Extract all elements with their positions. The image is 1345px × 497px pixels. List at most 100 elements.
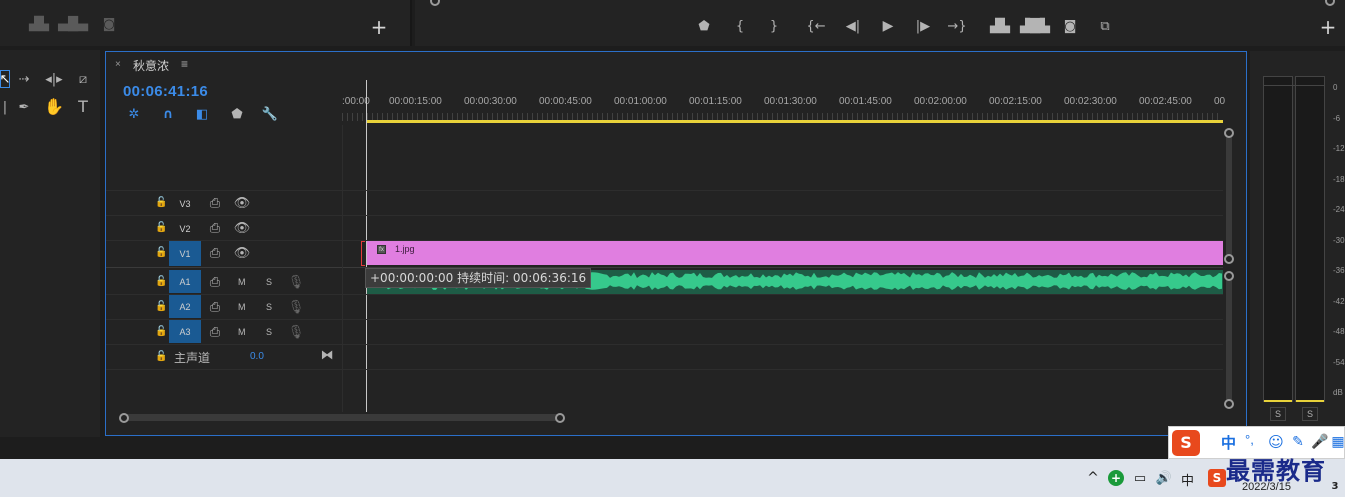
sogou-tray-icon[interactable]: S: [1208, 469, 1226, 487]
volume-icon[interactable]: 🔊: [1156, 470, 1172, 486]
mark-in-icon[interactable]: {: [733, 18, 747, 34]
panel-menu-icon[interactable]: ≡: [181, 57, 188, 71]
lock-icon[interactable]: 🔓: [155, 247, 167, 258]
hand-tool-icon[interactable]: ✋: [44, 98, 64, 116]
notification-badge[interactable]: 3: [1327, 479, 1343, 495]
slip-tool-icon[interactable]: |: [0, 98, 10, 116]
sync-lock-icon[interactable]: ⎙: [208, 221, 222, 235]
emoji-icon[interactable]: ☺: [1267, 433, 1285, 451]
input-language-indicator[interactable]: 中: [1181, 470, 1194, 489]
type-tool-icon[interactable]: T: [74, 98, 92, 116]
camera-icon[interactable]: ◙: [100, 16, 118, 32]
step-forward-icon[interactable]: |▶: [915, 18, 931, 34]
ripple-edit-tool-icon[interactable]: ◂|▸: [44, 70, 64, 88]
go-to-in-icon[interactable]: {←: [806, 18, 825, 34]
export-frame-icon[interactable]: ◙: [1062, 18, 1078, 34]
meter-peak-line: [1263, 85, 1325, 86]
sequence-tab-title[interactable]: 秋意浓: [133, 57, 169, 74]
microphone-icon[interactable]: 🎤: [1311, 433, 1329, 451]
razor-tool-icon[interactable]: ⧄: [74, 70, 92, 88]
ime-punctuation[interactable]: °,: [1245, 432, 1254, 447]
add-button-icon-right[interactable]: +: [1319, 17, 1337, 37]
nest-icon[interactable]: ✲: [126, 106, 142, 122]
extract-icon[interactable]: ▟█▙: [1020, 18, 1050, 34]
solo-button[interactable]: S: [266, 302, 272, 312]
audio-scroll-top-handle[interactable]: [1224, 271, 1234, 281]
selection-tool-icon[interactable]: ↖: [0, 70, 10, 88]
close-sequence-icon[interactable]: ×: [115, 59, 121, 70]
lock-icon[interactable]: 🔓: [155, 326, 167, 337]
pen-tool-icon[interactable]: ✒: [14, 98, 34, 116]
video-tracks-scrollbar[interactable]: [1226, 133, 1232, 259]
snap-icon[interactable]: ∩: [160, 106, 176, 122]
sync-lock-icon[interactable]: ⎙: [208, 275, 222, 289]
comparison-view-icon[interactable]: ⧉: [1095, 17, 1115, 35]
clip-in-edge[interactable]: [361, 241, 365, 266]
zoom-left-handle[interactable]: [119, 413, 129, 423]
pen-icon[interactable]: ✎: [1289, 433, 1307, 451]
mark-out-icon[interactable]: }: [767, 18, 781, 34]
overwrite-icon[interactable]: ▄█▄: [58, 16, 88, 32]
track-header-a2: 🔓 A2 ⎙ M S 🎙: [106, 295, 342, 319]
track-label[interactable]: A3: [169, 320, 201, 343]
track-label[interactable]: V3: [169, 192, 201, 215]
add-button-icon[interactable]: +: [370, 17, 388, 37]
track-select-tool-icon[interactable]: ⇢: [14, 70, 34, 88]
lock-icon[interactable]: 🔓: [155, 301, 167, 312]
app-tray-icon[interactable]: +: [1108, 470, 1124, 486]
track-label[interactable]: V2: [169, 217, 201, 240]
sync-lock-icon[interactable]: ⎙: [208, 246, 222, 260]
microphone-icon[interactable]: 🎙: [288, 325, 305, 339]
master-volume-value[interactable]: 0.0: [250, 351, 264, 362]
audio-scroll-bottom-handle[interactable]: [1224, 399, 1234, 409]
solo-button[interactable]: S: [266, 277, 272, 287]
work-area-bar[interactable]: [367, 120, 1223, 123]
ruler-label: 00:00:45:00: [539, 96, 592, 107]
microphone-icon[interactable]: 🎙: [288, 275, 305, 289]
mute-button[interactable]: M: [238, 327, 246, 337]
sync-lock-icon[interactable]: ⎙: [208, 325, 222, 339]
go-to-out-icon[interactable]: →}: [947, 18, 966, 34]
lift-icon[interactable]: ▟▙: [990, 18, 1010, 34]
timeline-settings-icon[interactable]: 🔧: [262, 106, 278, 122]
video-scroll-top-handle[interactable]: [1224, 128, 1234, 138]
lock-icon[interactable]: 🔓: [155, 222, 167, 233]
mute-button[interactable]: M: [238, 277, 246, 287]
audio-tracks-scrollbar[interactable]: [1226, 276, 1232, 404]
track-label[interactable]: A2: [169, 295, 201, 318]
grid-icon[interactable]: ▦: [1331, 433, 1345, 451]
marker-icon[interactable]: ⬟: [697, 18, 711, 34]
video-scroll-bottom-handle[interactable]: [1224, 254, 1234, 264]
eye-icon[interactable]: 👁: [234, 246, 251, 260]
monitor-scroll-handle-right[interactable]: [1325, 0, 1335, 6]
microphone-icon[interactable]: 🎙: [288, 300, 305, 314]
playhead-timecode[interactable]: 00:06:41:16: [123, 83, 208, 100]
zoom-right-handle[interactable]: [555, 413, 565, 423]
sync-lock-icon[interactable]: ⎙: [208, 196, 222, 210]
lock-icon[interactable]: 🔓: [155, 276, 167, 287]
linked-selection-icon[interactable]: ◧: [194, 106, 210, 122]
mute-button[interactable]: M: [238, 302, 246, 312]
track-label[interactable]: V1: [169, 241, 201, 266]
lock-icon[interactable]: 🔓: [155, 197, 167, 208]
horizontal-zoom-scrollbar[interactable]: [122, 414, 562, 421]
ime-chinese-mode[interactable]: 中: [1221, 432, 1236, 453]
lock-icon[interactable]: 🔓: [155, 351, 167, 362]
video-clip[interactable]: fx 1.jpg: [367, 241, 1223, 265]
step-back-icon[interactable]: ◀|: [845, 18, 861, 34]
go-to-in-out-icon[interactable]: ⧓: [320, 348, 334, 362]
eye-icon[interactable]: 👁: [234, 221, 251, 235]
insert-icon[interactable]: ▟▙: [29, 16, 49, 32]
play-icon[interactable]: ▶: [880, 18, 896, 34]
solo-right-button[interactable]: S: [1302, 407, 1318, 421]
monitor-scroll-handle[interactable]: [430, 0, 440, 6]
solo-button[interactable]: S: [266, 327, 272, 337]
sogou-logo-icon[interactable]: S: [1172, 430, 1200, 456]
track-label[interactable]: A1: [169, 270, 201, 293]
sync-lock-icon[interactable]: ⎙: [208, 300, 222, 314]
network-icon[interactable]: ▭: [1132, 470, 1148, 486]
solo-left-button[interactable]: S: [1270, 407, 1286, 421]
chevron-up-icon[interactable]: ^: [1086, 471, 1100, 485]
eye-icon[interactable]: 👁: [234, 196, 251, 210]
add-marker-icon[interactable]: ⬟: [230, 106, 244, 122]
